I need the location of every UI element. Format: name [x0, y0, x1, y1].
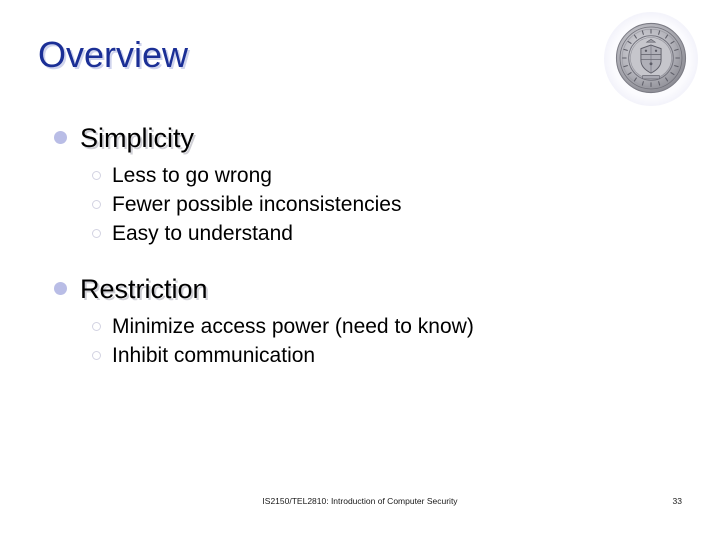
- bullet-item-label: Inhibit communication: [112, 344, 316, 367]
- bullet-item-label: Less to go wrong: [112, 164, 272, 187]
- university-seal-logo: [604, 12, 698, 106]
- presentation-slide: Overview Simplicity Less to go wrong Few…: [0, 0, 720, 540]
- slide-footer: IS2150/TEL2810: Introduction of Computer…: [0, 496, 720, 510]
- hollow-circle-bullet-icon: [92, 322, 101, 331]
- bullet-item-label: Minimize access power (need to know): [112, 315, 474, 338]
- bullet-level2: Easy to understand: [0, 220, 720, 249]
- bullet-level1: Simplicity: [0, 118, 720, 160]
- bullet-level2: Inhibit communication: [0, 342, 720, 371]
- bullet-item-label: Fewer possible inconsistencies: [112, 193, 402, 216]
- hollow-circle-bullet-icon: [92, 171, 101, 180]
- filled-circle-bullet-icon: [54, 131, 67, 144]
- bullet-item-label: Easy to understand: [112, 222, 293, 245]
- slide-number: 33: [672, 496, 682, 506]
- section-heading: Restriction: [80, 274, 208, 304]
- bullet-level2: Minimize access power (need to know): [0, 313, 720, 342]
- bullet-level1: Restriction: [0, 269, 720, 311]
- filled-circle-bullet-icon: [54, 282, 67, 295]
- section-heading: Simplicity: [80, 123, 195, 153]
- hollow-circle-bullet-icon: [92, 200, 101, 209]
- university-seal-icon: [615, 22, 687, 94]
- bullet-level2: Fewer possible inconsistencies: [0, 191, 720, 220]
- hollow-circle-bullet-icon: [92, 351, 101, 360]
- bullet-level2: Less to go wrong: [0, 162, 720, 191]
- footer-course-label: IS2150/TEL2810: Introduction of Computer…: [262, 496, 458, 506]
- slide-body: Simplicity Less to go wrong Fewer possib…: [0, 118, 720, 371]
- page-title: Overview: [38, 34, 189, 75]
- hollow-circle-bullet-icon: [92, 229, 101, 238]
